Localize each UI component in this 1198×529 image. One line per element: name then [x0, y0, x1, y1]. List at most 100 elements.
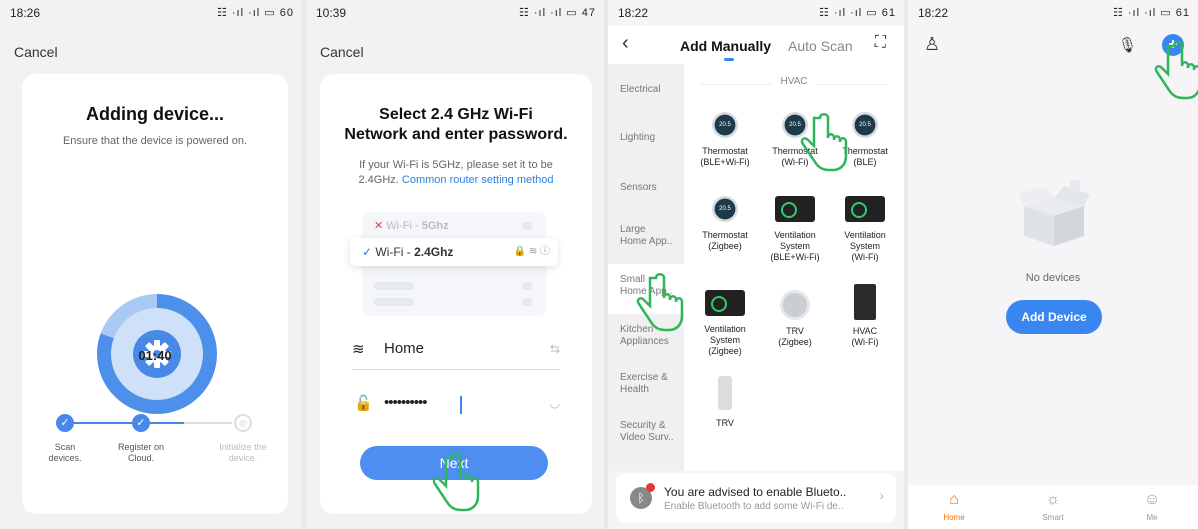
status-bar: 18:26 ☷ ·ıl ·ıl ▭ 60 — [0, 0, 302, 26]
device-thermostat-ble-wifi[interactable]: 20.5 Thermostat (BLE+Wi-Fi) — [690, 112, 760, 168]
step-label-initialize: Initialize the device. — [219, 442, 267, 463]
switch-network-icon[interactable]: ⇆ — [550, 342, 560, 356]
tab-add-manually[interactable]: Add Manually — [680, 38, 771, 54]
device-label: Thermostat (BLE+Wi-Fi) — [700, 146, 750, 167]
ssid-field[interactable]: ≋ Home ⇆ — [352, 330, 560, 370]
placeholder-bar — [522, 298, 532, 306]
wifi-24g-name: 2.4Ghz — [414, 245, 454, 259]
user-icon[interactable]: ♙ — [924, 34, 940, 55]
page-subtitle: Ensure that the device is powered on. — [62, 135, 248, 147]
device-trv-zigbee[interactable]: TRV (Zigbee) — [760, 290, 830, 348]
cancel-button[interactable]: Cancel — [320, 44, 364, 60]
device-label: Ventilation System (BLE+Wi-Fi) — [770, 230, 820, 262]
device-label: Thermostat (BLE) — [842, 146, 888, 167]
ventilation-icon — [775, 196, 815, 222]
tap-hand-icon — [632, 272, 684, 334]
thermostat-icon: 20.5 — [852, 112, 878, 138]
category-large-home[interactable]: Large Home App.. — [620, 224, 682, 248]
category-sensors[interactable]: Sensors — [620, 182, 682, 194]
tap-hand-icon — [1150, 40, 1198, 102]
cancel-button[interactable]: Cancel — [14, 44, 58, 60]
device-label: TRV (Zigbee) — [778, 326, 812, 347]
tab-smart[interactable]: ☼ Smart — [1023, 489, 1083, 522]
placeholder-bar — [522, 282, 532, 290]
category-lighting[interactable]: Lighting — [620, 132, 682, 144]
phone-adding-device: 18:26 ☷ ·ıl ·ıl ▭ 60 Cancel Adding devic… — [0, 0, 302, 529]
wifi-icon: ≋ — [352, 341, 365, 358]
check-icon: ✓ — [362, 245, 373, 259]
tab-me[interactable]: ☺ Me — [1122, 489, 1182, 522]
category-exercise[interactable]: Exercise & Health — [620, 372, 682, 396]
profile-icon: ☺ — [1143, 491, 1161, 508]
phone-wifi-setup: 10:39 ☷ ·ıl ·ıl ▭ 47 Cancel Select 2.4 G… — [306, 0, 604, 529]
eye-icon[interactable]: ◡ — [550, 396, 560, 410]
device-label: HVAC (Wi-Fi) — [851, 326, 879, 347]
lock-icon: 🔓 — [354, 395, 373, 412]
device-thermostat-zigbee[interactable]: 20.5 Thermostat (Zigbee) — [690, 196, 760, 252]
password-value: •••••••••• — [384, 394, 428, 411]
ventilation-icon — [705, 290, 745, 316]
countdown-timer: 01:40 — [138, 348, 172, 363]
router-setting-link[interactable]: Common router setting method — [402, 174, 554, 186]
category-sidebar: Electrical Lighting Sensors Large Home A… — [608, 64, 684, 471]
add-device-button[interactable]: Add Device — [1006, 300, 1102, 334]
device-trv[interactable]: TRV — [690, 376, 760, 429]
bottom-tab-bar: ⌂ Home ☼ Smart ☺ Me — [908, 485, 1198, 529]
tab-smart-label: Smart — [1042, 513, 1064, 522]
status-time: 10:39 — [316, 6, 347, 20]
empty-state-text: No devices — [1025, 272, 1081, 284]
alert-dot — [646, 483, 655, 492]
device-ventilation-zigbee[interactable]: Ventilation System (Zigbee) — [690, 290, 760, 357]
page-title: Adding device... — [85, 104, 225, 124]
device-ventilation-wifi[interactable]: Ventilation System (Wi-Fi) — [830, 196, 900, 263]
device-hvac-wifi[interactable]: HVAC (Wi-Fi) — [830, 284, 900, 348]
back-chevron-icon[interactable]: ‹ — [622, 32, 629, 55]
bluetooth-banner[interactable]: ᛒ You are advised to enable Blueto.. Ena… — [616, 473, 896, 523]
bluetooth-title: You are advised to enable Blueto.. — [664, 485, 847, 499]
step-label-scan: Scan devices. — [48, 442, 82, 463]
adding-card: Adding device... Ensure that the device … — [22, 74, 288, 514]
scan-icon[interactable]: ⛶ — [875, 34, 886, 52]
tab-home-label: Home — [943, 513, 965, 522]
placeholder-bar — [374, 282, 414, 290]
password-field[interactable]: 🔓 •••••••••• ◡ — [352, 384, 560, 424]
empty-box-icon — [1016, 176, 1092, 252]
screenshot-strip: 18:26 ☷ ·ıl ·ıl ▭ 60 Cancel Adding devic… — [0, 0, 1198, 529]
status-bar: 10:39 ☷ ·ıl ·ıl ▭ 47 — [306, 0, 604, 26]
tap-hand-icon — [428, 452, 480, 514]
trv-icon — [780, 290, 810, 320]
device-label: TRV — [716, 418, 734, 428]
microphone-icon[interactable]: 🎙 — [1118, 36, 1137, 54]
tab-home[interactable]: ⌂ Home — [924, 489, 984, 522]
step-pending-icon: ◎ — [234, 414, 252, 432]
hvac-panel-icon — [854, 284, 876, 320]
device-label: Ventilation System (Wi-Fi) — [844, 230, 886, 262]
category-electrical[interactable]: Electrical — [620, 84, 682, 96]
wifi-hint: If your Wi-Fi is 5GHz, please set it to … — [348, 158, 564, 188]
wifi-card: Select 2.4 GHz Wi-Fi Network and enter p… — [320, 74, 592, 514]
status-icons: ☷ ·ıl ·ıl ▭ 47 — [518, 7, 596, 19]
device-grid: HVAC 20.5 Thermostat (BLE+Wi-Fi) 20.5 Ther… — [684, 64, 904, 471]
device-label: Ventilation System (Zigbee) — [704, 324, 746, 356]
step-line-pending — [184, 422, 232, 424]
thermostat-icon: 20.5 — [712, 112, 738, 138]
cross-icon: ✕ — [374, 220, 384, 232]
device-label: Thermostat (Zigbee) — [702, 230, 748, 251]
step-label-register: Register on Cloud. — [117, 442, 165, 463]
phone-add-manually: 18:22 ☷ ·ıl ·ıl ▭ 61 ‹ Add Manually Auto… — [608, 0, 904, 529]
lock-wifi-info-icon: 🔒 ≋ ⓘ — [513, 246, 550, 257]
wifi-5g-row: ✕ Wi-Fi - 5Ghz — [374, 212, 449, 240]
wifi-5g-prefix: Wi-Fi - — [386, 220, 422, 232]
section-title: HVAC — [772, 76, 816, 87]
text-cursor — [460, 396, 462, 414]
tab-auto-scan[interactable]: Auto Scan — [788, 38, 853, 54]
device-ventilation-ble-wifi[interactable]: Ventilation System (BLE+Wi-Fi) — [760, 196, 830, 263]
tab-me-label: Me — [1146, 513, 1158, 522]
category-security[interactable]: Security & Video Surv.. — [620, 420, 682, 444]
status-icons: ☷ ·ıl ·ıl ▭ 61 — [1112, 7, 1190, 19]
page-title-line1: Select 2.4 GHz Wi-Fi — [379, 106, 533, 123]
chevron-right-icon: › — [879, 487, 884, 503]
placeholder-bar — [522, 222, 532, 230]
home-icon: ⌂ — [949, 491, 959, 508]
status-bar: 18:22 ☷ ·ıl ·ıl ▭ 61 — [908, 0, 1198, 26]
